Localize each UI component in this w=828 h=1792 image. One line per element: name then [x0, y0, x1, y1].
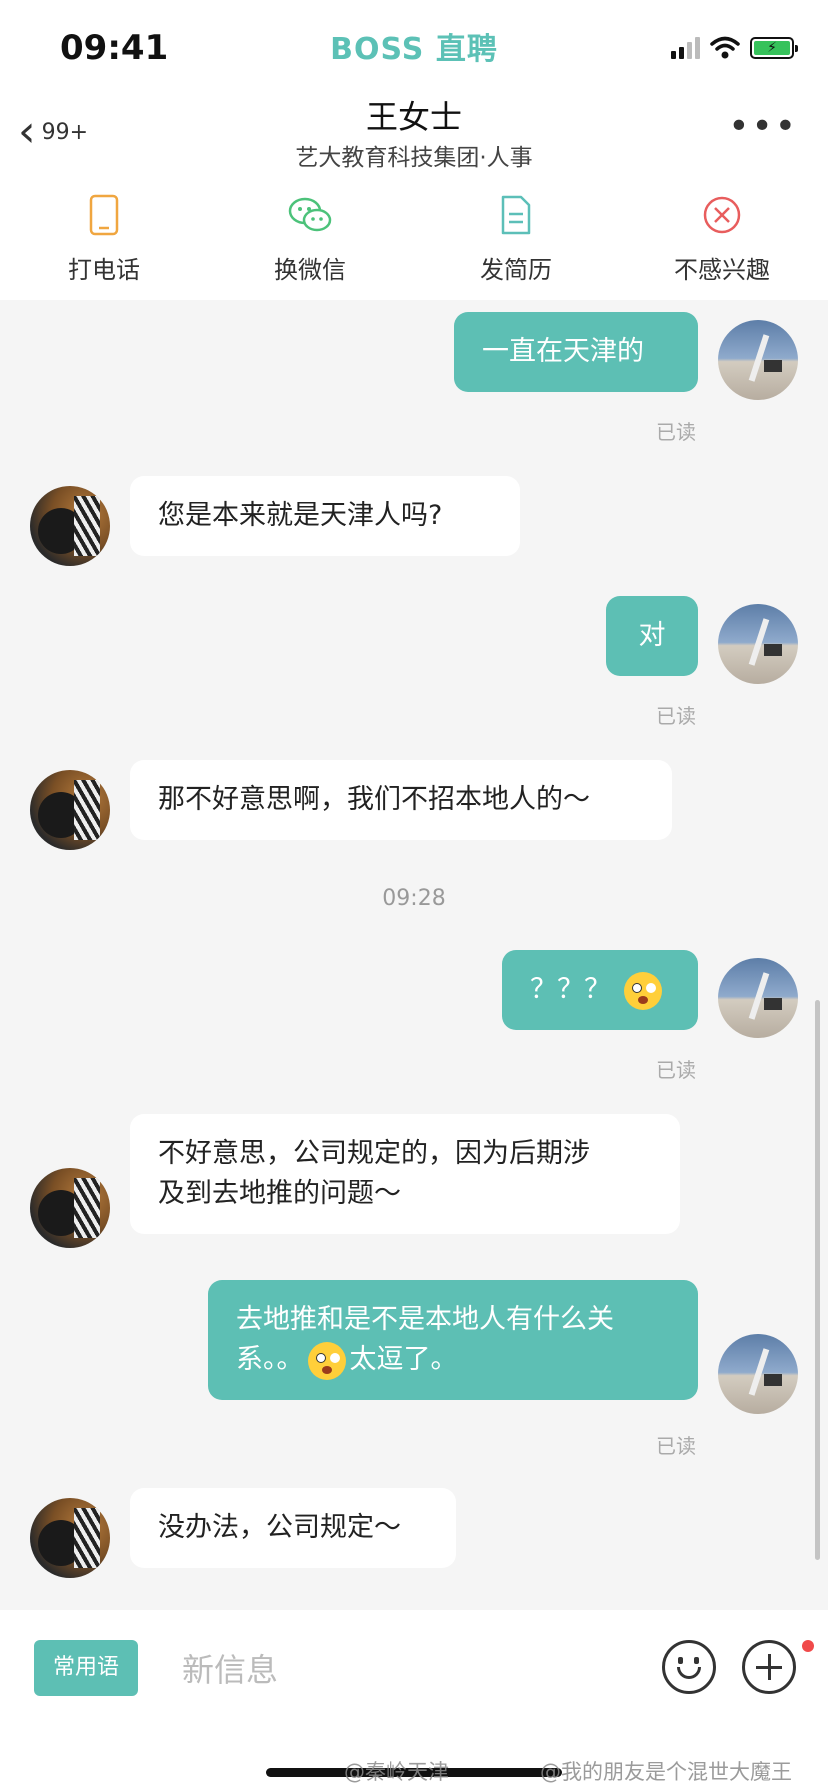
message-text-fragment: 太逗了。: [349, 1344, 458, 1375]
my-avatar[interactable]: [718, 604, 798, 684]
more-dots-icon[interactable]: •••: [728, 109, 798, 145]
my-message-bubble[interactable]: 一直在天津的: [454, 312, 698, 392]
my-message-bubble[interactable]: ？？？: [502, 950, 698, 1030]
read-receipt: 已读: [656, 1058, 696, 1082]
my-avatar[interactable]: [718, 958, 798, 1038]
recruiter-message-bubble[interactable]: 不好意思，公司规定的，因为后期涉 及到去地推的问题～: [130, 1114, 680, 1234]
my-message-bubble[interactable]: 去地推和是不是本地人有什么关 系。。 太逗了。: [208, 1280, 698, 1400]
recruiter-avatar[interactable]: [30, 770, 110, 850]
my-message-bubble[interactable]: 对: [606, 596, 698, 676]
notification-dot: [802, 1640, 814, 1652]
my-avatar[interactable]: [718, 320, 798, 400]
message-text: 没办法，公司规定～: [158, 1512, 401, 1543]
resume-label: 发简历: [480, 256, 552, 284]
recruiter-avatar[interactable]: [30, 1168, 110, 1248]
watermark-text: @秦岭天津: [344, 1760, 449, 1784]
recruiter-avatar[interactable]: [30, 486, 110, 566]
chat-scrollbar[interactable]: [815, 1000, 820, 1560]
recruiter-avatar[interactable]: [30, 1498, 110, 1578]
message-text: 对: [638, 620, 666, 651]
recruiter-message-bubble[interactable]: 您是本来就是天津人吗?: [130, 476, 520, 556]
recruiter-message-bubble[interactable]: 没办法，公司规定～: [130, 1488, 456, 1568]
wechat-label: 换微信: [274, 256, 346, 284]
recruiter-message-bubble[interactable]: 那不好意思啊，我们不招本地人的～: [130, 760, 672, 840]
message-text: ？？？: [530, 974, 611, 1005]
message-text-fragment: 系。。: [236, 1344, 304, 1375]
common-phrases-button[interactable]: 常用语: [34, 1640, 138, 1696]
message-text: 一直在天津的: [482, 336, 644, 367]
not-interested-button[interactable]: 不感兴趣: [632, 190, 812, 285]
wechat-icon: [288, 197, 332, 232]
message-text-line: 不好意思，公司规定的，因为后期涉: [158, 1138, 590, 1169]
message-text: 那不好意思啊，我们不招本地人的～: [158, 784, 590, 815]
message-text: 您是本来就是天津人吗?: [158, 500, 443, 531]
read-receipt: 已读: [656, 704, 696, 728]
call-button[interactable]: 打电话: [14, 190, 194, 285]
not-interested-label: 不感兴趣: [674, 256, 770, 284]
message-text-line: 系。。 太逗了。: [236, 1340, 670, 1380]
watermark-text: @我的朋友是个混世大魔王: [540, 1760, 792, 1784]
chat-timestamp: 09:28: [382, 886, 446, 911]
resume-icon: [501, 195, 531, 235]
send-resume-button[interactable]: 发简历: [426, 190, 606, 285]
call-label: 打电话: [68, 256, 140, 284]
plus-icon[interactable]: [742, 1640, 796, 1694]
contact-company: 艺大教育科技集团·人事: [295, 145, 533, 171]
not-interested-icon: [703, 196, 741, 234]
read-receipt: 已读: [656, 1434, 696, 1458]
message-text-line: 去地推和是不是本地人有什么关: [236, 1304, 614, 1335]
message-input[interactable]: [180, 1644, 644, 1696]
read-receipt: 已读: [656, 420, 696, 444]
phone-icon: [89, 194, 119, 236]
astonished-emoji-icon: [307, 1341, 346, 1380]
exchange-wechat-button[interactable]: 换微信: [220, 190, 400, 285]
emoji-picker-icon[interactable]: [662, 1640, 716, 1694]
battery-icon: ⚡: [750, 37, 798, 59]
cellular-signal-icon: [671, 37, 700, 59]
status-icons: ⚡: [671, 36, 798, 60]
wifi-icon: [710, 36, 740, 59]
my-avatar[interactable]: [718, 1334, 798, 1414]
message-text-line: 及到去地推的问题～: [158, 1178, 401, 1209]
contact-name: 王女士: [365, 98, 462, 136]
astonished-emoji-icon: [623, 971, 662, 1010]
